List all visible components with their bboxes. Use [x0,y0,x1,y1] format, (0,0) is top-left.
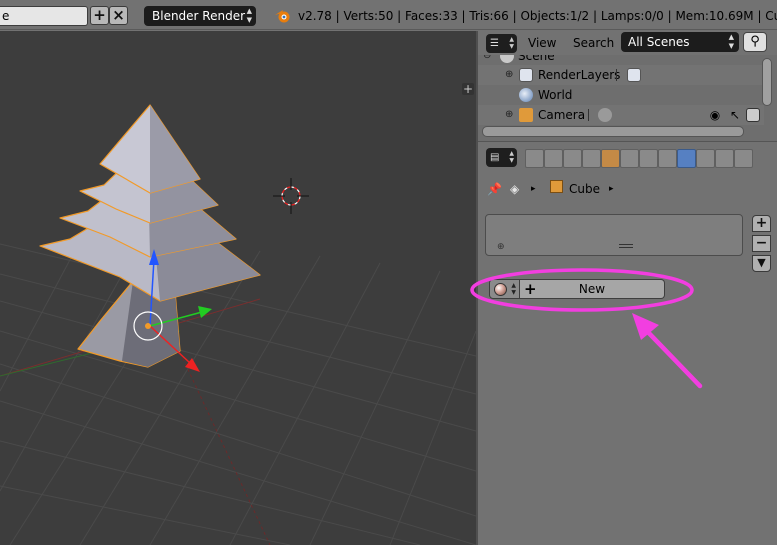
browse-material-button[interactable]: ▲ ▼ [489,279,520,299]
material-slot-list[interactable]: ⊕ [485,214,743,256]
separator [588,109,589,121]
outliner-item-label: RenderLayers [538,68,621,82]
cursor-icon[interactable]: ↖ [728,108,742,122]
render-layer-icon[interactable] [627,68,641,82]
tab-world[interactable] [582,149,601,168]
outliner-item-camera[interactable]: ⊕ Camera ◉ ↖ [478,105,764,125]
world-icon [519,88,533,102]
3d-viewport[interactable]: + [0,31,476,545]
render-engine-dropdown[interactable]: Blender Render ▲ ▼ [144,6,256,26]
slot-specials-menu[interactable]: ▼ [752,255,771,272]
dropdown-arrows-icon: ▲ ▼ [728,33,734,50]
material-selector: ▲ ▼ + New [485,279,665,299]
add-slot-button[interactable]: + [752,215,771,232]
tab-scene[interactable] [563,149,582,168]
outliner-horizontal-scrollbar[interactable] [482,126,744,137]
properties-icon: ▤ [490,152,500,163]
tab-render[interactable] [525,149,544,168]
tab-modifiers[interactable] [639,149,658,168]
outliner-vertical-scrollbar[interactable] [762,58,772,106]
outliner-item-world[interactable]: World [478,85,764,105]
3d-cursor-icon[interactable] [273,178,309,214]
expand-icon[interactable]: ⊕ [505,65,513,85]
outliner-item-label: World [538,88,573,102]
dropdown-arrows-icon: ▲ ▼ [246,7,252,24]
display-mode-label: All Scenes [628,35,690,49]
scene-name-field[interactable]: e [0,6,88,26]
list-resize-grip[interactable] [619,244,633,248]
render-engine-label: Blender Render [152,9,246,23]
dropdown-arrows-icon: ▲ ▼ [509,36,514,50]
plus-icon: + [524,280,537,298]
list-filter-icon[interactable]: ⊕ [497,242,505,252]
display-mode-dropdown[interactable]: All Scenes ▲ ▼ [621,32,739,52]
tab-object-data[interactable] [658,149,677,168]
renderlayers-icon [519,68,533,82]
dropdown-arrows-icon: ▲ ▼ [511,282,516,296]
outliner-editor-type-button[interactable]: ☰ ▲ ▼ [486,34,517,53]
render-camera-icon[interactable] [746,108,760,122]
info-header: e + × Blender Render ▲ ▼ v2.78 | Verts:50… [0,0,777,30]
chevron-right-icon: ▸ [609,184,614,194]
properties-header: ▤ ▲ ▼ [478,141,777,171]
expand-icon[interactable]: ⊕ [505,105,513,125]
outliner-item-label: Camera [538,108,586,122]
tab-physics[interactable] [734,149,753,168]
outliner-tree[interactable]: ⊖ Scene ⊕ RenderLayers World ⊕ Camera ◉ … [478,55,777,125]
tab-object[interactable] [601,149,620,168]
scene-icon [500,55,514,63]
dropdown-arrows-icon: ▲ ▼ [509,150,514,164]
separator [616,69,617,81]
chevron-right-icon: ▸ [531,184,536,194]
outliner-item-renderlayers[interactable]: ⊕ RenderLayers [478,65,764,85]
add-scene-button[interactable]: + [90,6,109,25]
viewport-canvas[interactable] [0,31,476,545]
tab-render-layers[interactable] [544,149,563,168]
tab-particles[interactable] [715,149,734,168]
cube-object-icon [550,180,563,193]
new-material-label: New [578,282,606,296]
menu-search[interactable]: Search [573,36,614,50]
menu-view[interactable]: View [528,36,556,50]
camera-data-icon[interactable] [598,108,612,122]
outliner-icon: ☰ [490,38,499,49]
floor-grid [0,240,476,545]
camera-icon [519,108,533,122]
search-icon[interactable]: ⚲ [743,32,767,52]
blender-logo-icon [275,10,290,23]
properties-editor-type-button[interactable]: ▤ ▲ ▼ [486,148,517,167]
scene-statistics: v2.78 | Verts:50 | Faces:33 | Tris:66 | … [298,9,777,23]
pin-icon[interactable]: 📌 [487,181,502,197]
tab-material[interactable] [677,149,696,168]
tab-texture[interactable] [696,149,715,168]
tab-constraints[interactable] [620,149,639,168]
object-data-icon: ◈ [510,182,520,196]
material-sphere-icon [494,283,507,296]
remove-slot-button[interactable]: − [752,235,771,252]
delete-scene-button[interactable]: × [109,6,128,25]
breadcrumb-object: Cube [569,182,600,196]
eye-icon[interactable]: ◉ [708,108,722,122]
new-material-button[interactable]: + New [520,279,665,299]
viewport-toolshelf-toggle[interactable]: + [462,83,474,95]
y-axis-line [169,330,271,545]
